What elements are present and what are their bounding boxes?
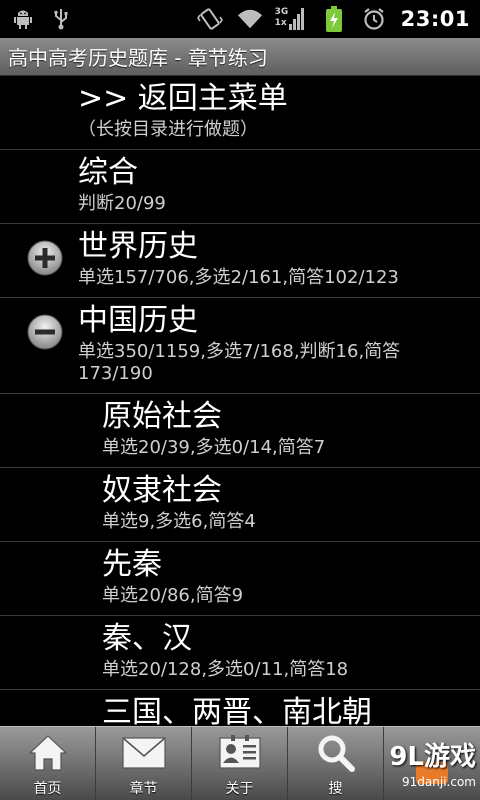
watermark-url: 91danji.com	[402, 775, 476, 789]
list-item-title: >> 返回主菜单	[78, 81, 288, 116]
list-item-subtitle: 单选350/1159,多选7/168,判断16,简答173/190	[78, 341, 401, 384]
status-clock: 23:01	[400, 7, 470, 31]
contact-card-icon	[217, 732, 263, 774]
list-item-subtitle: 单选20/39,多选0/14,简答7	[102, 437, 326, 458]
android-debug-icon	[10, 6, 36, 32]
title-bar: 高中高考历史题库 - 章节练习	[0, 38, 480, 76]
list-item-back-to-menu[interactable]: >> 返回主菜单 （长按目录进行做题）	[0, 76, 480, 150]
list-item-qin-han[interactable]: 秦、汉 单选20/128,多选0/11,简答18	[0, 616, 480, 690]
collapse-minus-icon[interactable]	[27, 314, 63, 350]
list-item-china-history[interactable]: 中国历史 单选350/1159,多选7/168,判断16,简答173/190	[0, 298, 480, 394]
battery-charging-icon	[321, 6, 347, 32]
list-item-title: 三国、两晋、南北朝	[102, 695, 372, 726]
vibrate-icon	[196, 6, 223, 32]
list-item-title: 奴隶社会	[102, 473, 222, 508]
tab-label: 章节	[129, 781, 158, 797]
list-item-subtitle: 单选157/706,多选2/161,简答102/123	[78, 267, 399, 288]
watermark-logo: 9L游戏	[389, 742, 476, 772]
expand-plus-icon[interactable]	[27, 240, 63, 276]
list-item-subtitle: 单选20/128,多选0/11,简答18	[102, 659, 349, 680]
list-item-subtitle: 单选20/86,简答9	[102, 585, 244, 606]
list-item-title: 世界历史	[78, 229, 198, 264]
chapter-list[interactable]: >> 返回主菜单 （长按目录进行做题） 综合 判断20/99 世界历史 单选15…	[0, 76, 480, 726]
network-sub-label: 1x	[274, 18, 287, 28]
home-icon	[25, 732, 71, 774]
list-item-subtitle: 单选9,多选6,简答4	[102, 511, 256, 532]
list-item-subtitle: （长按目录进行做题）	[78, 119, 258, 140]
tab-home[interactable]: 首页	[0, 727, 96, 800]
list-item-primitive-society[interactable]: 原始社会 单选20/39,多选0/14,简答7	[0, 394, 480, 468]
network-type-label: 3G	[274, 7, 289, 17]
status-bar: 3G 1x 23:01	[0, 0, 480, 38]
tab-label: 搜	[328, 781, 343, 797]
signal-icon: 3G 1x	[274, 6, 307, 32]
list-item-title: 原始社会	[102, 399, 222, 434]
mail-icon	[121, 732, 167, 774]
list-item-pre-qin[interactable]: 先秦 单选20/86,简答9	[0, 542, 480, 616]
list-item-title: 秦、汉	[102, 621, 192, 656]
tab-chapters[interactable]: 章节	[96, 727, 192, 800]
tab-label: 关于	[225, 781, 254, 797]
tab-search[interactable]: 搜	[288, 727, 384, 800]
list-item-world-history[interactable]: 世界历史 单选157/706,多选2/161,简答102/123	[0, 224, 480, 298]
list-item-title: 中国历史	[78, 303, 198, 338]
list-item-subtitle: 判断20/99	[78, 193, 166, 214]
list-item-title: 先秦	[102, 547, 162, 582]
alarm-icon	[361, 6, 387, 32]
list-item-title: 综合	[78, 155, 138, 190]
list-item-three-kingdoms[interactable]: 三国、两晋、南北朝	[0, 690, 480, 726]
watermark: 9L游戏 91danji.com	[389, 736, 476, 789]
list-item-general[interactable]: 综合 判断20/99	[0, 150, 480, 224]
tab-about[interactable]: 关于	[192, 727, 288, 800]
search-icon	[313, 732, 359, 774]
page-title: 高中高考历史题库 - 章节练习	[8, 46, 268, 70]
tab-label: 首页	[33, 781, 62, 797]
usb-icon	[48, 6, 74, 32]
wifi-icon	[237, 6, 263, 32]
list-item-slave-society[interactable]: 奴隶社会 单选9,多选6,简答4	[0, 468, 480, 542]
